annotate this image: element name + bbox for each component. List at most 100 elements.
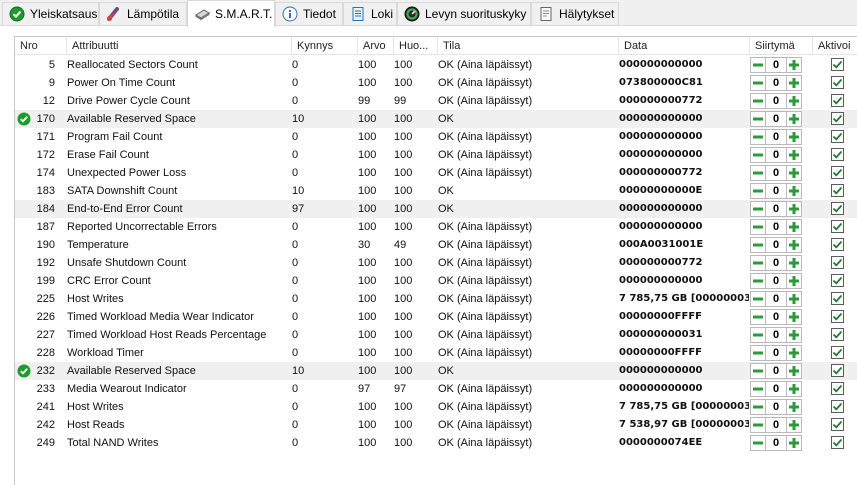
table-row[interactable]: 5 Reallocated Sectors Count 0 100 100 OK (Ain… xyxy=(15,56,857,74)
table-row[interactable]: 171 Program Fail Count 0 100 100 OK (Aina läp… xyxy=(15,128,857,146)
offset-stepper[interactable]: 0 xyxy=(750,273,802,289)
column-header-nro[interactable]: Nro xyxy=(15,37,67,55)
offset-stepper[interactable]: 0 xyxy=(750,183,802,199)
table-row[interactable]: 226 Timed Workload Media Wear Indicator 0 1… xyxy=(15,308,857,326)
activate-checkbox[interactable] xyxy=(831,292,844,305)
activate-checkbox[interactable] xyxy=(831,166,844,179)
decrement-button[interactable] xyxy=(750,129,766,145)
column-header-attribute[interactable]: Attribuutti xyxy=(67,37,292,55)
decrement-button[interactable] xyxy=(750,417,766,433)
activate-checkbox[interactable] xyxy=(831,346,844,359)
activate-checkbox[interactable] xyxy=(831,220,844,233)
offset-stepper[interactable]: 0 xyxy=(750,57,802,73)
increment-button[interactable] xyxy=(786,201,802,217)
offset-stepper[interactable]: 0 xyxy=(750,399,802,415)
table-row[interactable]: 190 Temperature 0 30 49 OK (Aina läpäissyt) 00… xyxy=(15,236,857,254)
activate-checkbox[interactable] xyxy=(831,148,844,161)
offset-stepper[interactable]: 0 xyxy=(750,201,802,217)
decrement-button[interactable] xyxy=(750,327,766,343)
increment-button[interactable] xyxy=(786,237,802,253)
decrement-button[interactable] xyxy=(750,93,766,109)
tab-tiedot[interactable]: Tiedot xyxy=(275,2,343,25)
offset-value[interactable]: 0 xyxy=(766,363,786,379)
offset-value[interactable]: 0 xyxy=(766,75,786,91)
decrement-button[interactable] xyxy=(750,57,766,73)
offset-stepper[interactable]: 0 xyxy=(750,435,802,451)
activate-checkbox[interactable] xyxy=(831,94,844,107)
decrement-button[interactable] xyxy=(750,435,766,451)
tab-halytykset[interactable]: Hälytykset xyxy=(531,2,619,25)
decrement-button[interactable] xyxy=(750,201,766,217)
table-row[interactable]: 192 Unsafe Shutdown Count 0 100 100 OK (Aina … xyxy=(15,254,857,272)
decrement-button[interactable] xyxy=(750,291,766,307)
activate-checkbox[interactable] xyxy=(831,238,844,251)
activate-checkbox[interactable] xyxy=(831,418,844,431)
increment-button[interactable] xyxy=(786,345,802,361)
decrement-button[interactable] xyxy=(750,237,766,253)
offset-value[interactable]: 0 xyxy=(766,147,786,163)
offset-stepper[interactable]: 0 xyxy=(750,381,802,397)
decrement-button[interactable] xyxy=(750,219,766,235)
table-row[interactable]: 227 Timed Workload Host Reads Percentage 0… xyxy=(15,326,857,344)
decrement-button[interactable] xyxy=(750,345,766,361)
tab-levyn-suorituskyky[interactable]: Levyn suorituskyky xyxy=(397,2,531,25)
offset-stepper[interactable]: 0 xyxy=(750,345,802,361)
column-header-data[interactable]: Data xyxy=(619,37,750,55)
activate-checkbox[interactable] xyxy=(831,184,844,197)
offset-value[interactable]: 0 xyxy=(766,273,786,289)
activate-checkbox[interactable] xyxy=(831,328,844,341)
increment-button[interactable] xyxy=(786,93,802,109)
offset-stepper[interactable]: 0 xyxy=(750,255,802,271)
table-row[interactable]: 184 End-to-End Error Count 97 100 100 OK 00000… xyxy=(15,200,857,218)
tab-yleiskatsaus[interactable]: Yleiskatsaus xyxy=(2,2,99,25)
activate-checkbox[interactable] xyxy=(831,58,844,71)
offset-stepper[interactable]: 0 xyxy=(750,363,802,379)
decrement-button[interactable] xyxy=(750,147,766,163)
offset-value[interactable]: 0 xyxy=(766,165,786,181)
table-row[interactable]: 228 Workload Timer 0 100 100 OK (Aina läpäiss… xyxy=(15,344,857,362)
column-header-threshold[interactable]: Kynnys xyxy=(292,37,358,55)
offset-stepper[interactable]: 0 xyxy=(750,417,802,433)
decrement-button[interactable] xyxy=(750,75,766,91)
offset-stepper[interactable]: 0 xyxy=(750,237,802,253)
increment-button[interactable] xyxy=(786,255,802,271)
offset-value[interactable]: 0 xyxy=(766,399,786,415)
activate-checkbox[interactable] xyxy=(831,274,844,287)
tab-loki[interactable]: Loki xyxy=(343,2,397,25)
increment-button[interactable] xyxy=(786,75,802,91)
offset-stepper[interactable]: 0 xyxy=(750,327,802,343)
activate-checkbox[interactable] xyxy=(831,364,844,377)
table-row[interactable]: 225 Host Writes 0 100 100 OK (Aina läpäissyt)… xyxy=(15,290,857,308)
table-row[interactable]: 9 Power On Time Count 0 100 100 OK (Aina läpä… xyxy=(15,74,857,92)
decrement-button[interactable] xyxy=(750,363,766,379)
decrement-button[interactable] xyxy=(750,381,766,397)
table-row[interactable]: 249 Total NAND Writes 0 100 100 OK (Aina läpä… xyxy=(15,434,857,452)
table-row[interactable]: 183 SATA Downshift Count 10 100 100 OK 0000000… xyxy=(15,182,857,200)
increment-button[interactable] xyxy=(786,57,802,73)
activate-checkbox[interactable] xyxy=(831,76,844,89)
increment-button[interactable] xyxy=(786,183,802,199)
offset-value[interactable]: 0 xyxy=(766,309,786,325)
increment-button[interactable] xyxy=(786,165,802,181)
table-row[interactable]: 174 Unexpected Power Loss 0 100 100 OK (Aina … xyxy=(15,164,857,182)
column-header-active[interactable]: Aktivoi xyxy=(813,37,857,55)
tab-smart[interactable]: S.M.A.R.T. xyxy=(187,0,275,27)
increment-button[interactable] xyxy=(786,309,802,325)
tab-lampotila[interactable]: Lämpötila xyxy=(99,2,187,25)
smart-attribute-table[interactable]: Nro Attribuutti Kynnys Arvo Huo... Tila … xyxy=(14,36,857,485)
offset-stepper[interactable]: 0 xyxy=(750,75,802,91)
increment-button[interactable] xyxy=(786,291,802,307)
offset-value[interactable]: 0 xyxy=(766,381,786,397)
activate-checkbox[interactable] xyxy=(831,400,844,413)
column-header-worst[interactable]: Huo... xyxy=(394,37,438,55)
offset-value[interactable]: 0 xyxy=(766,417,786,433)
offset-value[interactable]: 0 xyxy=(766,201,786,217)
column-header-value[interactable]: Arvo xyxy=(358,37,394,55)
table-row[interactable]: 233 Media Wearout Indicator 0 97 97 OK (Aina … xyxy=(15,380,857,398)
offset-stepper[interactable]: 0 xyxy=(750,309,802,325)
offset-value[interactable]: 0 xyxy=(766,345,786,361)
increment-button[interactable] xyxy=(786,417,802,433)
increment-button[interactable] xyxy=(786,363,802,379)
table-row[interactable]: 199 CRC Error Count 0 100 100 OK (Aina läpäis… xyxy=(15,272,857,290)
increment-button[interactable] xyxy=(786,327,802,343)
